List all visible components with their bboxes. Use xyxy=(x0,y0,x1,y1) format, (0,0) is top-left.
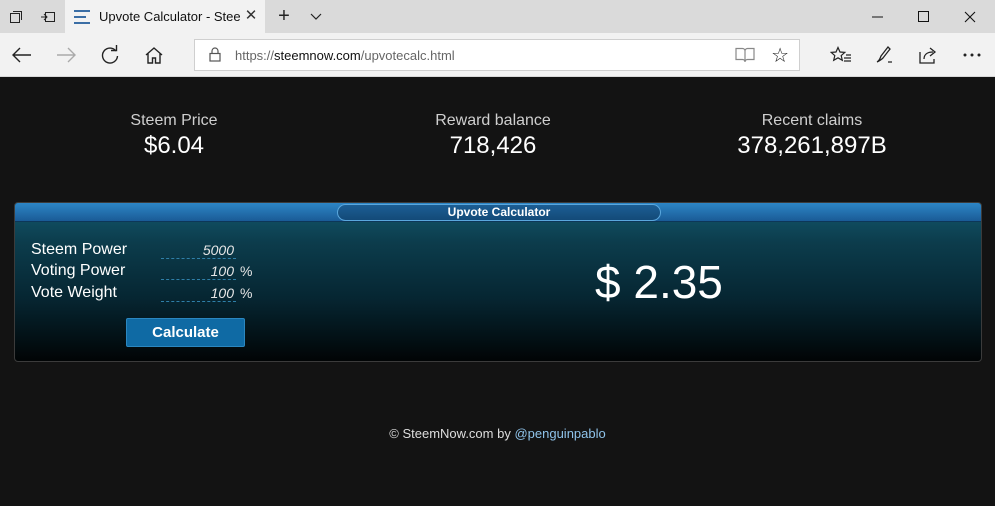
refresh-icon[interactable] xyxy=(94,39,126,71)
forward-arrow-icon[interactable] xyxy=(50,39,82,71)
stat-label: Steem Price xyxy=(130,112,218,129)
field-unit: % xyxy=(240,263,253,279)
upvote-result: $ 2.35 xyxy=(595,256,723,308)
favorite-star-icon[interactable]: ☆ xyxy=(771,43,789,68)
stat-value: $6.04 xyxy=(143,132,205,159)
voting-power-input[interactable]: 100 xyxy=(161,263,236,280)
field-steem-power: Steem Power 5000 xyxy=(31,240,240,260)
maximize-icon[interactable] xyxy=(901,0,947,33)
field-voting-power: Voting Power 100 % xyxy=(31,261,252,281)
stat-recent-claims: Recent claims 378,261,897B xyxy=(682,112,942,160)
stat-label: Reward balance xyxy=(435,112,551,129)
active-tab[interactable]: Upvote Calculator - Steemnow ✕ xyxy=(65,0,265,33)
page-content: Steem Price $6.04 Reward balance 718,426… xyxy=(0,78,995,506)
steem-power-input[interactable]: 5000 xyxy=(161,242,236,259)
navigation-bar: https://steemnow.com/upvotecalc.html ☆ xyxy=(0,33,995,77)
back-arrow-icon[interactable] xyxy=(6,39,38,71)
tab-bar: Upvote Calculator - Steemnow ✕ + xyxy=(0,0,995,33)
vote-weight-input[interactable]: 100 xyxy=(161,285,236,302)
steemnow-favicon-icon xyxy=(74,9,90,24)
calculate-button[interactable]: Calculate xyxy=(126,318,245,347)
calculator-title: Upvote Calculator xyxy=(337,204,661,221)
favorites-hub-icon[interactable] xyxy=(825,39,857,71)
share-icon[interactable] xyxy=(912,39,944,71)
field-label: Steem Power xyxy=(31,241,128,258)
author-link[interactable]: @penguinpablo xyxy=(514,426,605,441)
url-text[interactable]: https://steemnow.com/upvotecalc.html xyxy=(235,48,455,63)
stat-value: 718,426 xyxy=(449,132,537,159)
minimize-icon[interactable] xyxy=(855,0,901,33)
close-tab-icon[interactable]: ✕ xyxy=(243,8,259,24)
stat-label: Recent claims xyxy=(761,112,863,129)
upvote-calculator-panel: Upvote Calculator Steem Power 5000 Votin… xyxy=(14,202,982,362)
footer: © SteemNow.com by @penguinpablo xyxy=(0,426,995,441)
field-label: Vote Weight xyxy=(31,284,117,301)
new-tab-icon[interactable]: + xyxy=(272,4,296,28)
stat-steem-price: Steem Price $6.04 xyxy=(44,112,304,160)
tab-title: Upvote Calculator - Steemnow xyxy=(99,9,241,24)
address-bar[interactable]: https://steemnow.com/upvotecalc.html ☆ xyxy=(194,39,800,71)
chevron-down-icon[interactable] xyxy=(305,4,327,28)
tabs-aside-icon[interactable] xyxy=(0,0,32,33)
lock-icon xyxy=(209,47,221,67)
calculator-header: Upvote Calculator xyxy=(15,203,981,222)
field-unit: % xyxy=(240,285,253,301)
stat-reward-balance: Reward balance 718,426 xyxy=(363,112,623,160)
home-icon[interactable] xyxy=(138,39,170,71)
more-options-icon[interactable] xyxy=(956,39,988,71)
field-label: Voting Power xyxy=(31,262,126,279)
reading-view-icon[interactable] xyxy=(735,46,755,69)
footer-text: © SteemNow.com by xyxy=(389,426,515,441)
field-vote-weight: Vote Weight 100 % xyxy=(31,283,252,303)
pen-notes-icon[interactable] xyxy=(868,39,900,71)
set-tabs-aside-icon[interactable] xyxy=(32,0,64,33)
stat-value: 378,261,897B xyxy=(737,132,887,159)
close-window-icon[interactable] xyxy=(947,0,993,33)
